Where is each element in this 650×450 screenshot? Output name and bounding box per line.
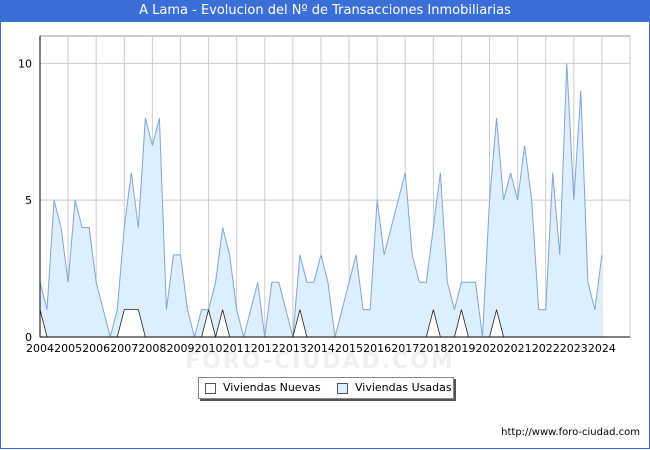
- chart-legend: Viviendas Nuevas Viviendas Usadas: [198, 377, 454, 399]
- x-tick-label: 2018: [419, 342, 447, 355]
- source-url: http://www.foro-ciudad.com: [501, 427, 640, 438]
- x-tick-label: 2007: [110, 342, 138, 355]
- x-tick-label: 2012: [251, 342, 279, 355]
- x-tick-label: 2017: [391, 342, 419, 355]
- x-tick-label: 2023: [560, 342, 588, 355]
- y-tick-label: 5: [25, 194, 32, 207]
- x-tick-label: 2010: [195, 342, 223, 355]
- x-tick-label: 2020: [476, 342, 504, 355]
- x-tick-label: 2008: [138, 342, 166, 355]
- x-tick-label: 2024: [588, 342, 616, 355]
- y-tick-label: 10: [18, 57, 32, 70]
- x-tick-label: 2014: [307, 342, 335, 355]
- x-tick-label: 2009: [166, 342, 194, 355]
- y-tick-label: 0: [25, 331, 32, 344]
- x-tick-label: 2019: [447, 342, 475, 355]
- x-tick-label: 2021: [504, 342, 532, 355]
- x-tick-label: 2006: [82, 342, 110, 355]
- x-tick-label: 2016: [363, 342, 391, 355]
- x-tick-label: 2011: [223, 342, 251, 355]
- x-tick-label: 2005: [54, 342, 82, 355]
- legend-swatch-usadas: [337, 383, 348, 394]
- legend-label-usadas: Viviendas Usadas: [355, 381, 452, 394]
- legend-swatch-nuevas: [205, 383, 216, 394]
- x-tick-label: 2013: [279, 342, 307, 355]
- x-tick-label: 2015: [335, 342, 363, 355]
- x-tick-label: 2022: [532, 342, 560, 355]
- legend-label-nuevas: Viviendas Nuevas: [223, 381, 321, 394]
